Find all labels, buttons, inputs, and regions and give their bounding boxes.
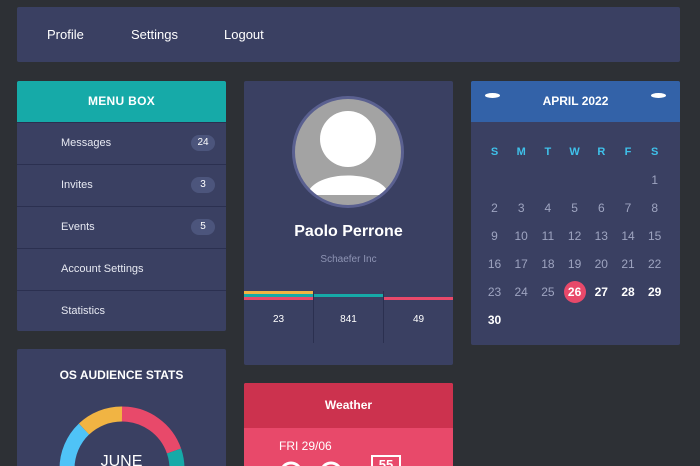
calendar-today[interactable]: 26 — [563, 281, 586, 303]
calendar-day[interactable]: 7 — [615, 198, 642, 218]
weekday-label: W — [569, 146, 580, 158]
calendar-month-title: APRIL 2022 — [542, 94, 609, 108]
stat-cell: 841 — [314, 291, 384, 343]
calendar-day[interactable]: 29 — [641, 282, 668, 302]
stat-bar — [244, 297, 313, 300]
stat-cell: 23 — [244, 291, 314, 343]
weekday-label: T — [544, 146, 552, 158]
calendar-day[interactable]: 2 — [481, 198, 508, 218]
calendar-day[interactable]: 8 — [641, 198, 668, 218]
weather-date: FRI 29/06 — [279, 439, 332, 453]
calendar-day[interactable]: 14 — [615, 226, 642, 246]
profile-stats: 23 841 49 — [244, 291, 453, 343]
menu-item-messages[interactable]: Messages 24 — [17, 122, 226, 164]
weekday-label: F — [624, 146, 632, 158]
stat-bar — [314, 294, 383, 297]
calendar-day[interactable]: 16 — [481, 254, 508, 274]
sun-icon — [279, 459, 359, 466]
stat-cell: 49 — [384, 291, 453, 343]
weekday-label: M — [516, 146, 526, 158]
os-stats-title: OS AUDIENCE STATS — [59, 368, 184, 382]
calendar-day[interactable]: 28 — [615, 282, 642, 302]
stat-bar — [384, 297, 453, 300]
menu-item-label: Events — [61, 221, 95, 233]
binder-hole-icon — [651, 93, 666, 98]
count-badge: 24 — [191, 135, 215, 151]
calendar-day[interactable]: 13 — [588, 226, 615, 246]
menu-item-label: Account Settings — [61, 263, 144, 275]
nav-settings[interactable]: Settings — [131, 7, 178, 62]
calendar-day[interactable]: 11 — [534, 226, 561, 246]
weekday-label: S — [490, 146, 499, 158]
menu-item-invites[interactable]: Invites 3 — [17, 164, 226, 206]
menu-box-title: MENU BOX — [17, 81, 226, 122]
stat-value: 841 — [340, 314, 357, 325]
calendar-day[interactable]: 12 — [561, 226, 588, 246]
stat-value: 23 — [272, 314, 285, 325]
menu-item-label: Invites — [61, 179, 93, 191]
weather-temp: 55 — [371, 455, 401, 466]
donut-chart — [59, 406, 185, 466]
binder-hole-icon — [485, 93, 500, 98]
calendar-day[interactable]: 23 — [481, 282, 508, 302]
nav-profile[interactable]: Profile — [47, 7, 84, 62]
calendar-day[interactable]: 22 — [641, 254, 668, 274]
menu-box: MENU BOX Messages 24 Invites 3 Events 5 … — [17, 81, 226, 331]
calendar-day[interactable]: 6 — [588, 198, 615, 218]
calendar-day[interactable]: 25 — [534, 282, 561, 302]
calendar-day[interactable]: 19 — [561, 254, 588, 274]
calendar-day[interactable]: 30 — [481, 310, 508, 330]
calendar-header: APRIL 2022 — [471, 81, 680, 122]
stat-value: 49 — [412, 314, 425, 325]
calendar-day[interactable]: 3 — [508, 198, 535, 218]
calendar-day[interactable]: 5 — [561, 198, 588, 218]
count-badge: 5 — [191, 219, 215, 235]
calendar-day[interactable]: 9 — [481, 226, 508, 246]
profile-name: Paolo Perrone — [294, 223, 403, 240]
calendar-day[interactable]: 20 — [588, 254, 615, 274]
weekday-label: R — [597, 146, 606, 158]
calendar-day[interactable]: 27 — [588, 282, 615, 302]
weather-title: Weather — [244, 383, 453, 428]
calendar-day[interactable]: 10 — [508, 226, 535, 246]
donut-center-label: JUNE — [100, 453, 143, 466]
count-badge: 3 — [191, 177, 215, 193]
calendar-day[interactable]: 17 — [508, 254, 535, 274]
calendar-day[interactable]: 15 — [641, 226, 668, 246]
menu-item-statistics[interactable]: Statistics — [17, 290, 226, 331]
os-audience-stats: OS AUDIENCE STATS JUNE — [17, 349, 226, 466]
menu-item-label: Messages — [61, 137, 112, 149]
top-nav: Profile Settings Logout — [17, 7, 680, 62]
profile-company: Schaefer Inc — [320, 254, 377, 265]
calendar-widget: APRIL 2022 S M T W R F S 1 2 3 4 5 6 7 8 9 10 11 12 13 14 15 1… — [471, 81, 680, 345]
calendar-day[interactable]: 24 — [508, 282, 535, 302]
weekday-label: S — [651, 146, 659, 158]
menu-item-account-settings[interactable]: Account Settings — [17, 248, 226, 290]
donut-segment — [78, 406, 123, 435]
calendar-day[interactable]: 4 — [534, 198, 561, 218]
menu-item-label: Statistics — [61, 305, 106, 317]
calendar-day[interactable]: 21 — [615, 254, 642, 274]
calendar-day[interactable]: 18 — [534, 254, 561, 274]
weather-widget: Weather FRI 29/06 55 — [244, 383, 453, 466]
menu-item-events[interactable]: Events 5 — [17, 206, 226, 248]
nav-logout[interactable]: Logout — [224, 7, 264, 62]
user-silhouette-icon — [295, 99, 401, 205]
profile-card: Paolo Perrone Schaefer Inc 23 841 49 — [244, 81, 453, 365]
avatar[interactable] — [292, 96, 404, 208]
calendar-day[interactable]: 1 — [641, 170, 668, 190]
donut-segment — [121, 406, 182, 454]
